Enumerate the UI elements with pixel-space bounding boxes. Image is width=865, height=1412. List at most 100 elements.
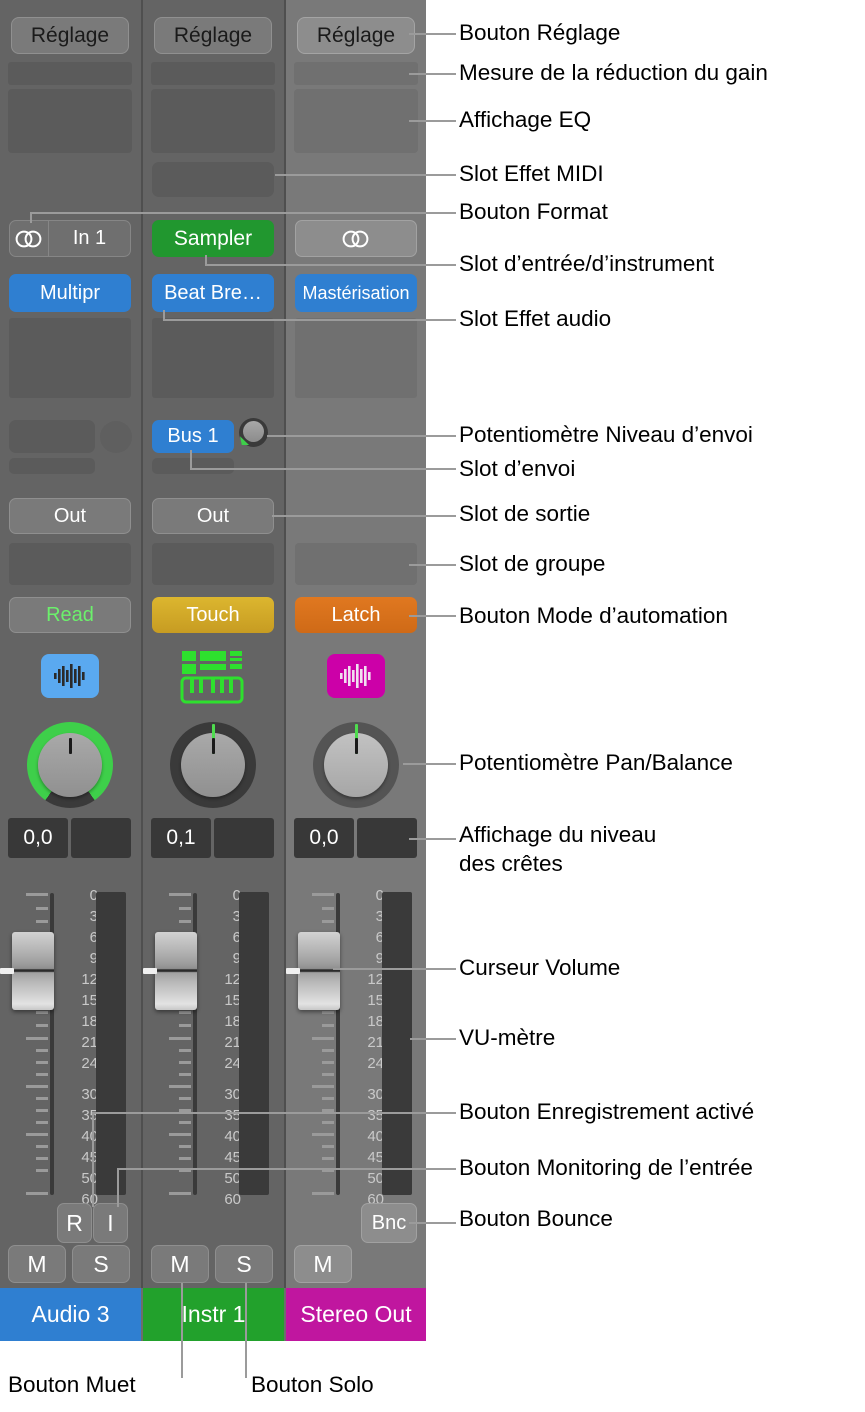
annotation-gain-reduction-meter: Mesure de la réduction du gain <box>459 60 768 85</box>
annotation-input-monitoring-button: Bouton Monitoring de l’entrée <box>459 1155 753 1180</box>
leader-monitor-v <box>117 1168 119 1207</box>
eq-display[interactable] <box>8 89 132 153</box>
send-slot-secondary[interactable] <box>152 458 234 474</box>
channel-strip-body: Réglage Sampler Beat Bre… Bus 1 Out Touc… <box>143 0 284 1288</box>
audio-effect-slot[interactable]: Beat Bre… <box>152 274 274 312</box>
input-instrument-slot[interactable]: Sampler <box>152 220 274 257</box>
automation-mode-button[interactable]: Touch <box>152 597 274 633</box>
annotation-mute-button: Bouton Muet <box>8 1372 136 1397</box>
input-slot[interactable]: In 1 <box>49 220 131 257</box>
annotation-vu-meter: VU-mètre <box>459 1025 556 1050</box>
automation-mode-button[interactable]: Read <box>9 597 131 633</box>
format-button[interactable] <box>9 220 49 257</box>
mute-button[interactable]: M <box>294 1245 352 1283</box>
solo-button[interactable]: S <box>72 1245 130 1283</box>
vu-meter <box>239 892 269 1195</box>
annotation-eq-display: Affichage EQ <box>459 107 592 132</box>
group-slot[interactable] <box>152 543 274 585</box>
peak-level-value: 0,0 <box>309 826 339 849</box>
channel-strip-body: Réglage In 1 Multipr Out Read 0,0 0 3 6 … <box>0 0 141 1288</box>
send-slot-secondary[interactable] <box>9 458 95 474</box>
peak-level-display-secondary[interactable] <box>71 818 131 858</box>
annotation-send-slot: Slot d’envoi <box>459 456 576 481</box>
send-slot[interactable] <box>9 420 95 453</box>
output-slot[interactable]: Out <box>9 498 131 534</box>
volume-slider-notch <box>0 968 14 974</box>
waveform-glyph <box>340 664 371 688</box>
annotation-record-enable-button: Bouton Enregistrement activé <box>459 1099 755 1124</box>
gain-reduction-meter <box>294 62 418 85</box>
leader-record-v <box>92 1112 94 1207</box>
leader-record-h <box>92 1112 456 1114</box>
annotation-automation-mode-button: Bouton Mode d’automation <box>459 603 728 628</box>
annotation-volume-slider: Curseur Volume <box>459 955 621 980</box>
annotation-midi-effect-slot: Slot Effet MIDI <box>459 161 604 186</box>
setting-button[interactable]: Réglage <box>297 17 415 54</box>
eq-display[interactable] <box>151 89 275 153</box>
audio-effect-slot-empty[interactable] <box>295 318 417 398</box>
solo-button[interactable]: S <box>215 1245 273 1283</box>
midi-region-keyboard-icon[interactable] <box>170 648 258 706</box>
midi-effect-slot[interactable] <box>152 162 274 197</box>
output-slot[interactable]: Out <box>152 498 274 534</box>
stereo-circles-icon <box>15 230 42 247</box>
channel-name-plate[interactable]: Stereo Out <box>286 1288 426 1341</box>
leader-pan-knob <box>403 763 456 765</box>
channel-strip-audio-3: Réglage In 1 Multipr Out Read 0,0 0 3 6 … <box>0 0 141 1341</box>
annotation-peak-level-display: Affichage du niveau des crêtes <box>459 822 657 876</box>
audio-effect-slot[interactable]: Mastérisation <box>295 274 417 312</box>
stereo-circles-icon <box>342 230 369 247</box>
leader-vu-meter <box>410 1038 456 1040</box>
annotation-setting-button: Bouton Réglage <box>459 20 621 45</box>
annotation-format-button: Bouton Format <box>459 199 608 224</box>
audio-effect-slot-empty[interactable] <box>152 318 274 398</box>
strip-divider <box>284 0 286 1288</box>
leader-input-slot-h <box>205 264 456 266</box>
group-slot[interactable] <box>9 543 131 585</box>
leader-setting-button <box>409 33 456 35</box>
mute-button[interactable]: M <box>151 1245 209 1283</box>
pan-balance-knob[interactable] <box>170 722 256 808</box>
peak-level-display-secondary[interactable] <box>214 818 274 858</box>
leader-monitor-h <box>117 1168 456 1170</box>
pan-pointer-cap <box>211 738 215 754</box>
leader-format-h <box>30 212 456 214</box>
send-level-knob[interactable] <box>239 418 268 447</box>
peak-level-value: 0,0 <box>23 826 53 849</box>
mixer-panel: Réglage In 1 Multipr Out Read 0,0 0 3 6 … <box>0 0 426 1341</box>
leader-group-slot <box>409 564 456 566</box>
send-level-knob[interactable] <box>100 421 132 453</box>
volume-slider-handle[interactable] <box>286 932 340 1010</box>
setting-button[interactable]: Réglage <box>154 17 272 54</box>
leader-send-knob <box>267 435 456 437</box>
volume-slider-handle[interactable] <box>143 932 197 1010</box>
input-monitoring-button[interactable]: I <box>93 1203 128 1243</box>
annotation-send-level-knob: Potentiomètre Niveau d’envoi <box>459 422 753 447</box>
send-slot[interactable]: Bus 1 <box>152 420 234 453</box>
pan-pointer-cap <box>354 738 358 754</box>
volume-slider-handle[interactable] <box>0 932 54 1010</box>
channel-name-plate[interactable]: Instr 1 <box>143 1288 284 1341</box>
record-enable-button[interactable]: R <box>57 1203 92 1243</box>
group-slot[interactable] <box>295 543 417 585</box>
leader-audio-fx-h <box>163 319 456 321</box>
pan-balance-knob[interactable] <box>27 722 113 808</box>
audio-effect-slot[interactable]: Multipr <box>9 274 131 312</box>
audio-waveform-icon[interactable] <box>41 654 99 698</box>
mute-button[interactable]: M <box>8 1245 66 1283</box>
setting-button[interactable]: Réglage <box>11 17 129 54</box>
channel-strip-body: Réglage Mastérisation Latch 0,0 0 3 6 9 … <box>286 0 426 1288</box>
leader-audio-fx-v <box>163 310 165 319</box>
gain-reduction-meter <box>8 62 132 85</box>
channel-name-plate[interactable]: Audio 3 <box>0 1288 141 1341</box>
peak-level-display-secondary[interactable] <box>357 818 417 858</box>
strip-divider <box>141 0 143 1288</box>
pan-balance-knob[interactable] <box>313 722 399 808</box>
audio-waveform-icon[interactable] <box>327 654 385 698</box>
eq-display[interactable] <box>294 89 418 153</box>
leader-mute <box>181 1283 183 1378</box>
peak-level-value: 0,1 <box>166 826 196 849</box>
audio-effect-slot-empty[interactable] <box>9 318 131 398</box>
format-button[interactable] <box>295 220 417 257</box>
automation-mode-button[interactable]: Latch <box>295 597 417 633</box>
